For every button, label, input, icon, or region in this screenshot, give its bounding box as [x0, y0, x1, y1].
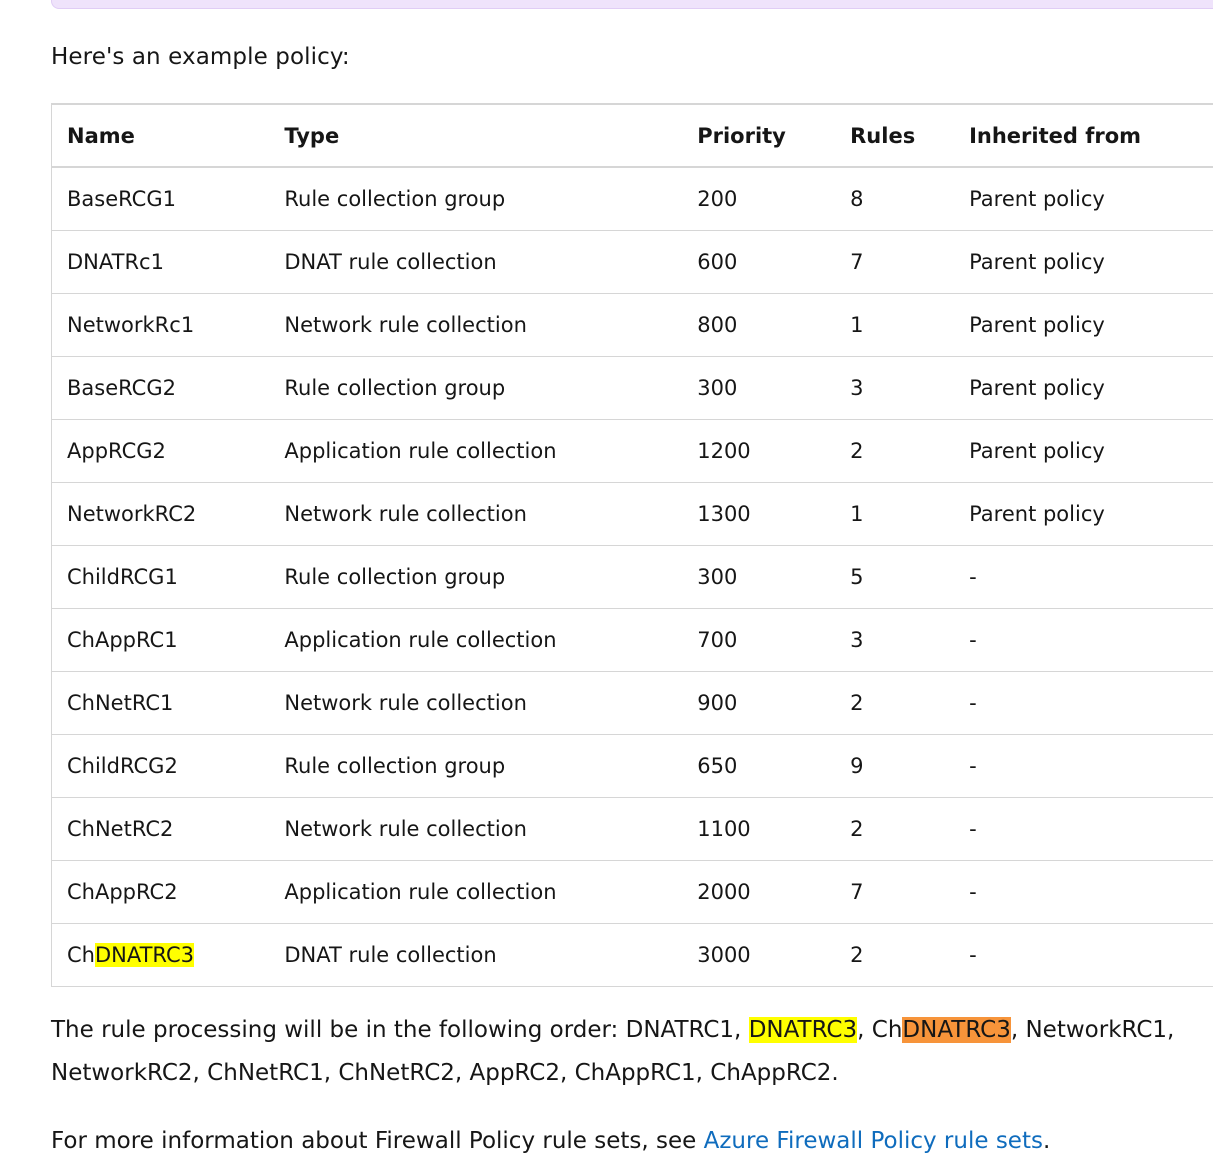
cell-priority: 700 — [682, 608, 836, 672]
table-row: ChAppRC2 Application rule collection 2000 7… — [51, 860, 1213, 924]
header-type: Type — [269, 103, 683, 168]
order-prefix: The rule processing will be in the follo… — [51, 1017, 749, 1043]
cell-rules: 3 — [835, 356, 955, 420]
table-row: NetworkRC2 Network rule collection 1300 1 Pa… — [51, 482, 1213, 546]
cell-type: Rule collection group — [269, 545, 683, 609]
callout-box-bottom-edge — [51, 0, 1213, 9]
cell-rules: 7 — [835, 860, 955, 924]
cell-rules: 2 — [835, 923, 955, 987]
cell-name: ChDNATRC3 — [51, 923, 270, 987]
table-row: AppRCG2 Application rule collection 1200 2 P… — [51, 419, 1213, 483]
cell-inherited: Parent policy — [954, 419, 1213, 483]
cell-inherited: Parent policy — [954, 293, 1213, 357]
table-header-row: Name Type Priority Rules Inherited from — [51, 103, 1213, 168]
cell-inherited: Parent policy — [954, 356, 1213, 420]
table-row: BaseRCG1 Rule collection group 200 8 Parent … — [51, 167, 1213, 231]
orange-highlight: DNATRC3 — [902, 1017, 1011, 1043]
intro-text: Here's an example policy: — [51, 44, 350, 70]
cell-priority: 300 — [682, 545, 836, 609]
cell-name: NetworkRc1 — [51, 293, 270, 357]
cell-name: AppRCG2 — [51, 419, 270, 483]
more-info-period: . — [1042, 1128, 1051, 1154]
cell-priority: 900 — [682, 671, 836, 735]
cell-priority: 600 — [682, 230, 836, 294]
cell-priority: 3000 — [682, 923, 836, 987]
order-mid: , Ch — [857, 1017, 903, 1043]
cell-rules: 1 — [835, 293, 955, 357]
cell-type: Network rule collection — [269, 797, 683, 861]
cell-priority: 800 — [682, 293, 836, 357]
cell-type: Application rule collection — [269, 419, 683, 483]
header-rules: Rules — [835, 103, 955, 168]
cell-name: ChNetRC1 — [51, 671, 270, 735]
cell-rules: 3 — [835, 608, 955, 672]
cell-type: Network rule collection — [269, 293, 683, 357]
cell-inherited: - — [954, 860, 1213, 924]
cell-name: BaseRCG1 — [51, 167, 270, 231]
cell-type: Application rule collection — [269, 860, 683, 924]
table-row: ChDNATRC3 DNAT rule collection 3000 2 - — [51, 923, 1213, 987]
cell-rules: 5 — [835, 545, 955, 609]
cell-rules: 9 — [835, 734, 955, 798]
cell-name: ChildRCG2 — [51, 734, 270, 798]
cell-type: DNAT rule collection — [269, 230, 683, 294]
cell-rules: 2 — [835, 671, 955, 735]
cell-name: ChildRCG1 — [51, 545, 270, 609]
cell-type: Network rule collection — [269, 671, 683, 735]
cell-rules: 2 — [835, 797, 955, 861]
more-info-prefix: For more information about Firewall Poli… — [51, 1128, 704, 1154]
cell-name: ChAppRC2 — [51, 860, 270, 924]
table-row: ChAppRC1 Application rule collection 700 3- — [51, 608, 1213, 672]
cell-name: NetworkRC2 — [51, 482, 270, 546]
header-name: Name — [51, 103, 270, 168]
cell-inherited: - — [954, 923, 1213, 987]
cell-rules: 8 — [835, 167, 955, 231]
cell-name: ChAppRC1 — [51, 608, 270, 672]
cell-inherited: - — [954, 608, 1213, 672]
cell-priority: 300 — [682, 356, 836, 420]
cell-priority: 1200 — [682, 419, 836, 483]
cell-inherited: - — [954, 671, 1213, 735]
cell-priority: 200 — [682, 167, 836, 231]
cell-inherited: Parent policy — [954, 230, 1213, 294]
cell-type: Rule collection group — [269, 167, 683, 231]
cell-name: BaseRCG2 — [51, 356, 270, 420]
cell-priority: 1300 — [682, 482, 836, 546]
cell-type: DNAT rule collection — [269, 923, 683, 987]
rule-sets-link[interactable]: Azure Firewall Policy rule sets — [704, 1128, 1043, 1154]
yellow-highlight: DNATRC3 — [748, 1017, 858, 1043]
cell-rules: 7 — [835, 230, 955, 294]
table-row: DNATRc1 DNAT rule collection 600 7 Parent po… — [51, 230, 1213, 294]
table-row: ChNetRC2 Network rule collection 1100 2- — [51, 797, 1213, 861]
table-row: BaseRCG2 Rule collection group 300 3 Parent … — [51, 356, 1213, 420]
name-prefix: Ch — [67, 943, 95, 967]
header-inherited-from: Inherited from — [954, 103, 1213, 168]
cell-name: DNATRc1 — [51, 230, 270, 294]
processing-order-text: The rule processing will be in the follo… — [51, 1009, 1211, 1095]
more-info-text: For more information about Firewall Poli… — [51, 1121, 1050, 1161]
table-row: ChNetRC1 Network rule collection 900 2- — [51, 671, 1213, 735]
cell-rules: 1 — [835, 482, 955, 546]
cell-priority: 1100 — [682, 797, 836, 861]
table-row: ChildRCG1 Rule collection group 300 5- — [51, 545, 1213, 609]
policy-table: Name Type Priority Rules Inherited from … — [51, 103, 1213, 987]
header-priority: Priority — [682, 103, 836, 168]
table-row: NetworkRc1 Network rule collection 800 1 Par… — [51, 293, 1213, 357]
cell-inherited: - — [954, 734, 1213, 798]
cell-inherited: - — [954, 545, 1213, 609]
table-row: ChildRCG2 Rule collection group 650 9- — [51, 734, 1213, 798]
cell-type: Rule collection group — [269, 356, 683, 420]
cell-inherited: - — [954, 797, 1213, 861]
cell-type: Rule collection group — [269, 734, 683, 798]
cell-type: Application rule collection — [269, 608, 683, 672]
cell-rules: 2 — [835, 419, 955, 483]
cell-type: Network rule collection — [269, 482, 683, 546]
cell-priority: 650 — [682, 734, 836, 798]
yellow-highlight: DNATRC3 — [94, 943, 194, 967]
cell-inherited: Parent policy — [954, 167, 1213, 231]
cell-inherited: Parent policy — [954, 482, 1213, 546]
cell-name: ChNetRC2 — [51, 797, 270, 861]
cell-priority: 2000 — [682, 860, 836, 924]
